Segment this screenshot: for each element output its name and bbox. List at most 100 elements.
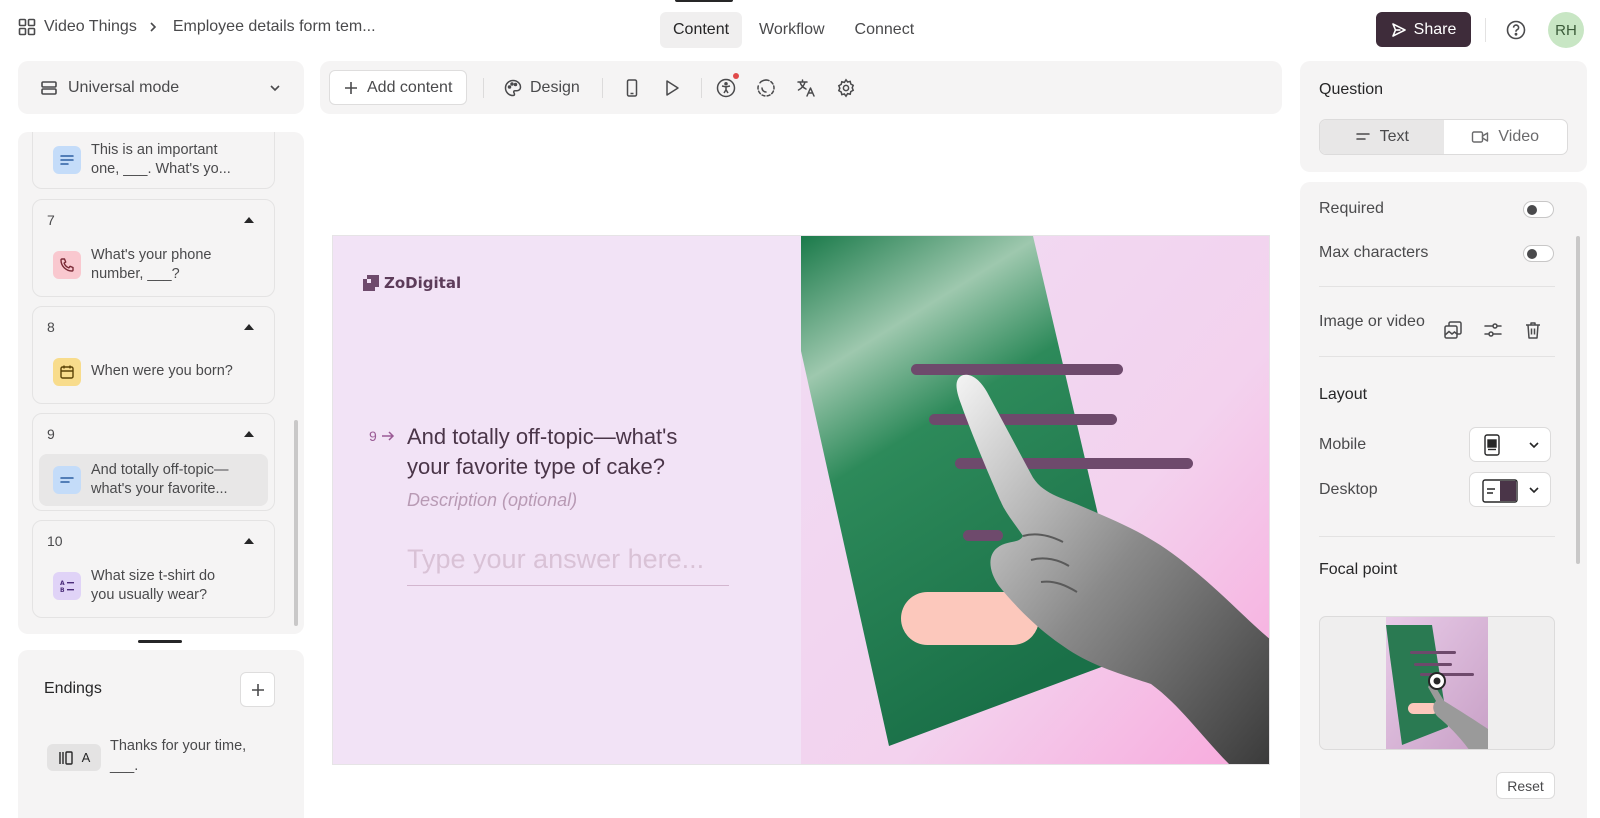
svg-text:B: B	[60, 587, 65, 594]
add-content-button[interactable]: Add content	[329, 70, 468, 105]
collapse-icon[interactable]	[244, 431, 254, 437]
question-number: 9	[47, 426, 55, 442]
question-number: 7	[47, 212, 55, 228]
avatar[interactable]: RH	[1548, 12, 1584, 48]
question-item[interactable]: AB What size t-shirt do you usually wear…	[39, 561, 268, 611]
toolbar-divider	[483, 78, 484, 98]
question-card: 10 AB What size t-shirt do you usually w…	[32, 520, 275, 618]
preview-question-title[interactable]: And totally off-topic—what's your favori…	[407, 422, 727, 482]
question-type-text[interactable]: Text	[1320, 120, 1444, 154]
settings-icon[interactable]	[836, 78, 856, 98]
question-number: 10	[47, 533, 63, 549]
mobile-layout-icon	[1484, 434, 1500, 456]
active-tab-indicator	[675, 0, 733, 2]
short-text-icon	[53, 146, 81, 174]
mobile-layout-select[interactable]	[1469, 427, 1551, 462]
question-card: 7 What's your phone number, ___?	[32, 199, 275, 297]
breadcrumb-workspace[interactable]: Video Things	[44, 18, 137, 36]
focal-point-marker-center	[1433, 677, 1441, 685]
settings-scrollbar[interactable]	[1576, 236, 1580, 564]
plus-icon	[345, 81, 357, 94]
brand-logo-icon	[363, 275, 379, 291]
accessibility-icon[interactable]	[716, 78, 736, 98]
thumbnail-bar	[1414, 663, 1452, 666]
chevron-down-icon	[270, 84, 280, 91]
play-icon[interactable]	[662, 78, 682, 98]
preview-question-number: 9	[369, 428, 377, 444]
collapse-icon[interactable]	[244, 217, 254, 223]
divider	[1319, 286, 1555, 287]
focal-point-picker[interactable]	[1319, 616, 1555, 750]
question-image[interactable]	[801, 236, 1270, 765]
tab-workflow[interactable]: Workflow	[746, 12, 838, 48]
description-placeholder[interactable]: Description (optional)	[407, 490, 577, 511]
mobile-preview-icon[interactable]	[622, 78, 642, 98]
brand-logo: ZoDigital	[363, 274, 461, 292]
art-bar	[911, 364, 1123, 375]
short-text-icon	[53, 466, 81, 494]
divider	[1319, 536, 1555, 537]
desktop-layout-icon	[1482, 479, 1518, 503]
layout-title: Layout	[1319, 386, 1368, 403]
add-ending-button[interactable]	[240, 672, 275, 707]
trash-icon[interactable]	[1523, 320, 1543, 340]
desktop-layout-label: Desktop	[1319, 481, 1378, 498]
question-text-line: This is an important	[91, 141, 218, 158]
question-text-line: you usually wear?	[91, 587, 208, 603]
collapse-icon[interactable]	[244, 538, 254, 544]
question-text-line: What's your phone	[91, 246, 212, 263]
reset-focal-point-button[interactable]: Reset	[1496, 772, 1555, 799]
video-camera-icon	[1472, 131, 1489, 143]
question-text-line: number, ___?	[91, 266, 180, 282]
divider	[1319, 356, 1555, 357]
thumbnail-bar	[1420, 673, 1474, 676]
chevron-down-icon	[1529, 487, 1539, 494]
collapse-icon[interactable]	[244, 324, 254, 330]
replace-image-icon[interactable]	[1443, 320, 1463, 340]
answer-input[interactable]: Type your answer here...	[407, 544, 729, 586]
question-text-line: When were you born?	[91, 363, 233, 380]
question-type-video[interactable]: Video	[1444, 120, 1568, 154]
form-preview: ZoDigital 9 And totally off-topic—what's…	[332, 235, 1270, 765]
focal-point-title: Focal point	[1319, 561, 1398, 578]
art-bar	[929, 414, 1117, 425]
question-panel-title: Question	[1319, 81, 1384, 98]
question-card: 9 And totally off-topic— what's your fav…	[32, 413, 275, 511]
adjust-sliders-icon[interactable]	[1483, 320, 1503, 340]
question-item[interactable]: This is an important one, ___. What's yo…	[39, 137, 268, 183]
help-icon[interactable]	[1506, 20, 1526, 40]
breadcrumb-form-name[interactable]: Employee details form tem...	[173, 18, 376, 36]
desktop-layout-select[interactable]	[1469, 472, 1551, 507]
divider	[1485, 18, 1486, 42]
ending-item[interactable]: Thanks for your time, ___.	[110, 736, 280, 776]
brand-logo-text: ZoDigital	[384, 274, 462, 292]
question-number-indicator: 9	[369, 428, 395, 444]
notification-dot	[733, 73, 739, 79]
question-item[interactable]: When were you born?	[39, 347, 268, 397]
share-button[interactable]: Share	[1376, 12, 1471, 47]
tab-connect[interactable]: Connect	[842, 12, 928, 48]
art-bar	[963, 530, 1003, 541]
question-type-panel: Question Text Video	[1300, 61, 1587, 172]
design-button[interactable]: Design	[504, 70, 580, 105]
question-text-line: what's your favorite...	[91, 481, 228, 497]
question-item-selected[interactable]: And totally off-topic— what's your favor…	[39, 454, 268, 506]
question-type-text-label: Text	[1379, 128, 1409, 145]
ending-icon	[58, 750, 73, 765]
mode-label: Universal mode	[68, 78, 180, 96]
required-toggle[interactable]	[1523, 201, 1554, 218]
required-label: Required	[1319, 200, 1384, 217]
tab-content[interactable]: Content	[660, 12, 743, 48]
question-type-toggle: Text Video	[1319, 119, 1568, 155]
text-lines-icon	[1355, 133, 1370, 140]
max-characters-toggle[interactable]	[1523, 245, 1554, 262]
translate-icon[interactable]	[796, 78, 816, 98]
resize-handle[interactable]	[138, 640, 182, 643]
workspaces-grid-icon[interactable]	[18, 18, 36, 36]
question-item[interactable]: What's your phone number, ___?	[39, 240, 268, 290]
question-list-scrollbar[interactable]	[294, 420, 298, 626]
chevron-right-icon	[150, 22, 156, 32]
question-text-line: What size t-shirt do	[91, 567, 216, 584]
mode-select[interactable]: Universal mode	[18, 61, 304, 114]
loading-icon[interactable]	[756, 78, 776, 98]
